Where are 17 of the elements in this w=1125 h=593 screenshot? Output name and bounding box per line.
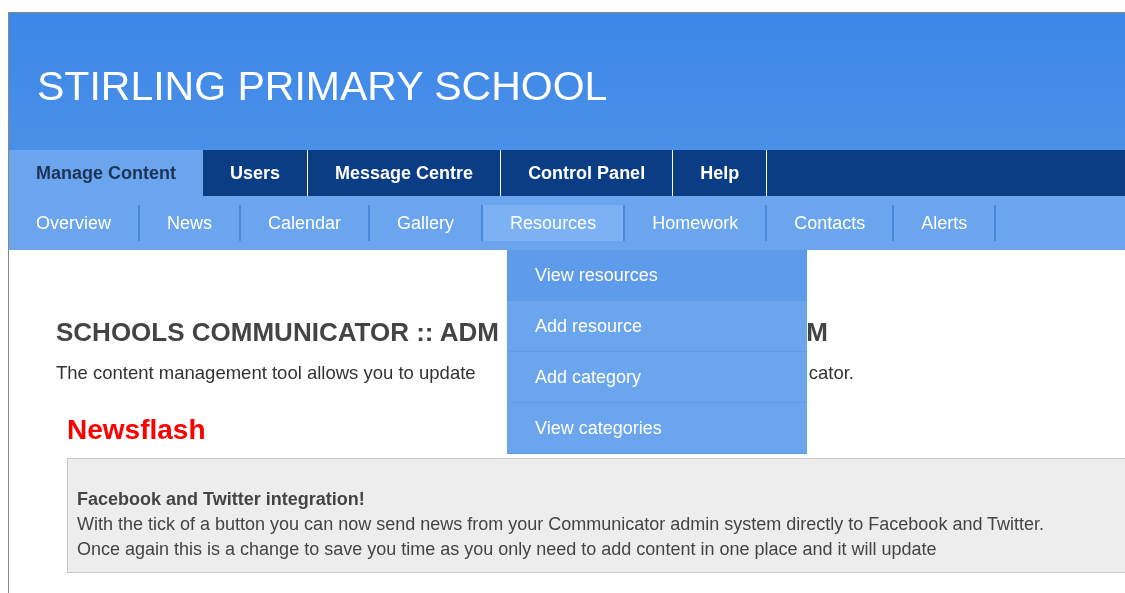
intro-text: The content management tool allows you to update (56, 362, 476, 384)
subnav-link[interactable]: Contacts (767, 205, 895, 241)
subnav-link[interactable]: Resources (483, 205, 626, 241)
section-title: Newsflash (67, 414, 206, 446)
page-heading: M (806, 317, 828, 348)
news-body: With the tick of a button you can now send news from your Communicator admin system directly to Facebook and Twitter. Once again this is a change to save you time as you only need to add content in one place and it will update (77, 513, 1046, 561)
subnav-link[interactable]: Overview (9, 205, 140, 241)
news-title: Facebook and Twitter integration! (77, 488, 365, 511)
site-title: STIRLING PRIMARY SCHOOL (37, 63, 608, 110)
subnav-link[interactable]: News (140, 205, 242, 241)
menu-item[interactable]: View resources (507, 250, 807, 301)
subnav-link[interactable]: Alerts (894, 205, 997, 241)
subnav-link[interactable]: Calendar (241, 205, 371, 241)
intro-text: cator. (808, 362, 854, 384)
subnav-link[interactable]: Homework (625, 205, 768, 241)
nav-tab[interactable]: Manage Content (9, 150, 203, 196)
page-heading: SCHOOLS COMMUNICATOR :: ADM (56, 317, 499, 348)
